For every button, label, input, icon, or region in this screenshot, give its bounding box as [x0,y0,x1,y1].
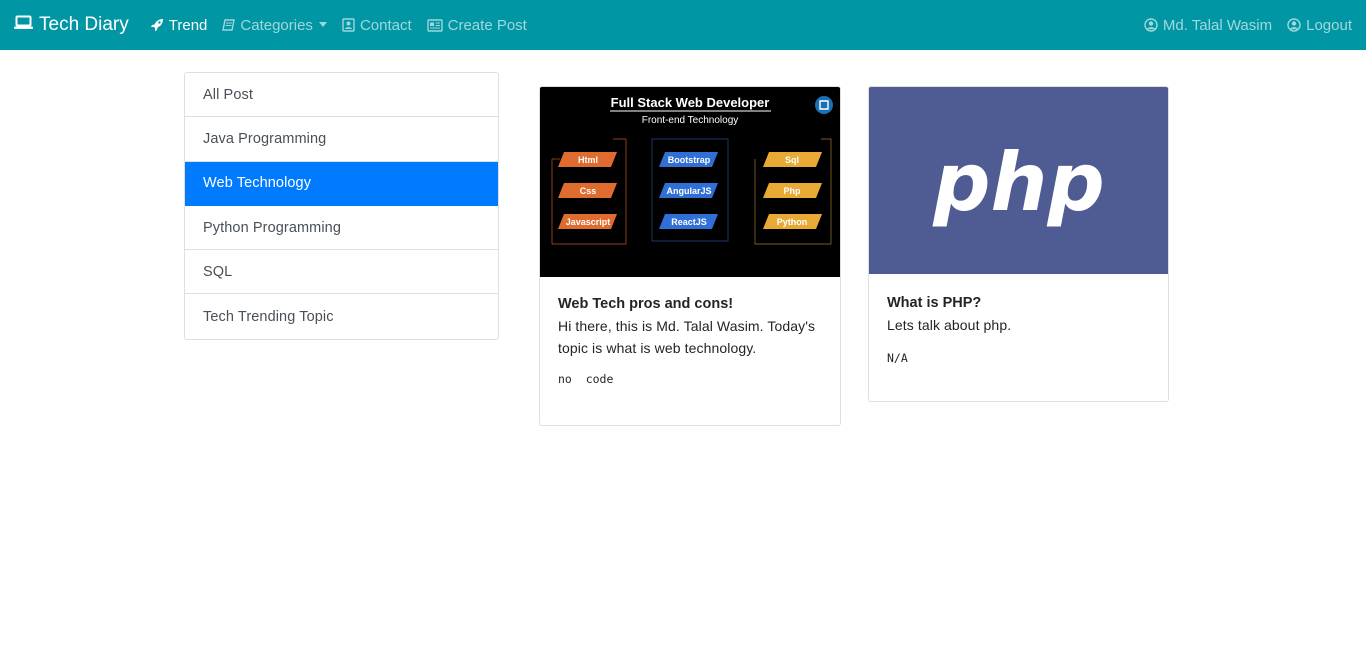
chevron-down-icon [318,21,327,27]
post-code: no code [558,372,614,386]
image-title: Full Stack Web Developer [611,95,770,110]
logout-label: Logout [1306,16,1352,34]
category-item-tech-trending-topic[interactable]: Tech Trending Topic [185,294,498,338]
image-tag: Javascript [566,217,611,227]
image-subtitle: Front-end Technology [642,115,739,126]
image-tag: Html [578,155,598,165]
category-item-web-technology[interactable]: Web Technology [185,161,498,206]
image-tag: AngularJS [666,186,711,196]
image-tag: Sql [785,155,799,165]
nav-create-post-label: Create Post [447,16,527,34]
post-image: Full Stack Web Developer Front-end Techn… [540,87,840,277]
brand-title: Tech Diary [39,14,129,35]
post-card[interactable]: Full Stack Web Developer Front-end Techn… [539,86,841,426]
laptop-icon [14,14,39,36]
post-content: Hi there, this is Md. Talal Wasim. Today… [558,318,816,356]
category-item-all-post[interactable]: All Post [185,73,498,118]
contact-icon [342,18,355,32]
nav-trend[interactable]: Trend [150,16,208,34]
post-code: N/A [887,351,908,365]
image-tag: Css [580,186,597,196]
category-item-sql[interactable]: SQL [185,250,498,295]
post-title: Web Tech pros and cons! [558,296,734,312]
image-tag: Php [784,186,802,196]
nav-menu: Trend Categories Contact Create Post [150,17,542,34]
category-item-python-programming[interactable]: Python Programming [185,206,498,251]
brand-link[interactable]: Tech Diary [14,14,129,36]
book-icon [222,18,236,32]
rocket-icon [150,18,164,32]
image-tag: ReactJS [671,217,707,227]
user-name: Md. Talal Wasim [1162,16,1273,34]
logo-badge-icon [815,96,833,114]
image-tag: Bootstrap [668,155,711,165]
post-content: Lets talk about php. [887,317,1012,333]
post-image: php [869,87,1168,274]
nav-contact-label: Contact [359,16,412,34]
logout-link[interactable]: Logout [1287,17,1352,34]
image-tag: Python [777,217,808,227]
nav-create-post[interactable]: Create Post [426,16,527,34]
nav-categories-label: Categories [240,16,313,34]
newspaper-icon [426,18,443,32]
navbar: Tech Diary Trend Categories Contact Crea… [0,0,1366,50]
user-profile-link[interactable]: Md. Talal Wasim [1144,17,1272,34]
post-title: What is PHP? [887,295,982,311]
nav-trend-label: Trend [168,16,208,34]
user-circle-icon [1144,18,1158,32]
nav-contact[interactable]: Contact [342,17,412,34]
category-item-java-programming[interactable]: Java Programming [185,117,498,162]
user-circle-icon [1287,18,1301,32]
post-card-body: What is PHP? Lets talk about php. N/A [869,274,1168,386]
php-logo-text: php [932,136,1104,229]
post-card[interactable]: php What is PHP? Lets talk about php. N/… [868,86,1169,402]
post-card-body: Web Tech pros and cons! Hi there, this i… [540,277,840,405]
nav-categories-dropdown[interactable]: Categories [222,17,327,34]
category-list: All Post Java Programming Web Technology… [184,72,499,340]
nav-user-menu: Md. Talal Wasim Logout [1129,17,1352,34]
